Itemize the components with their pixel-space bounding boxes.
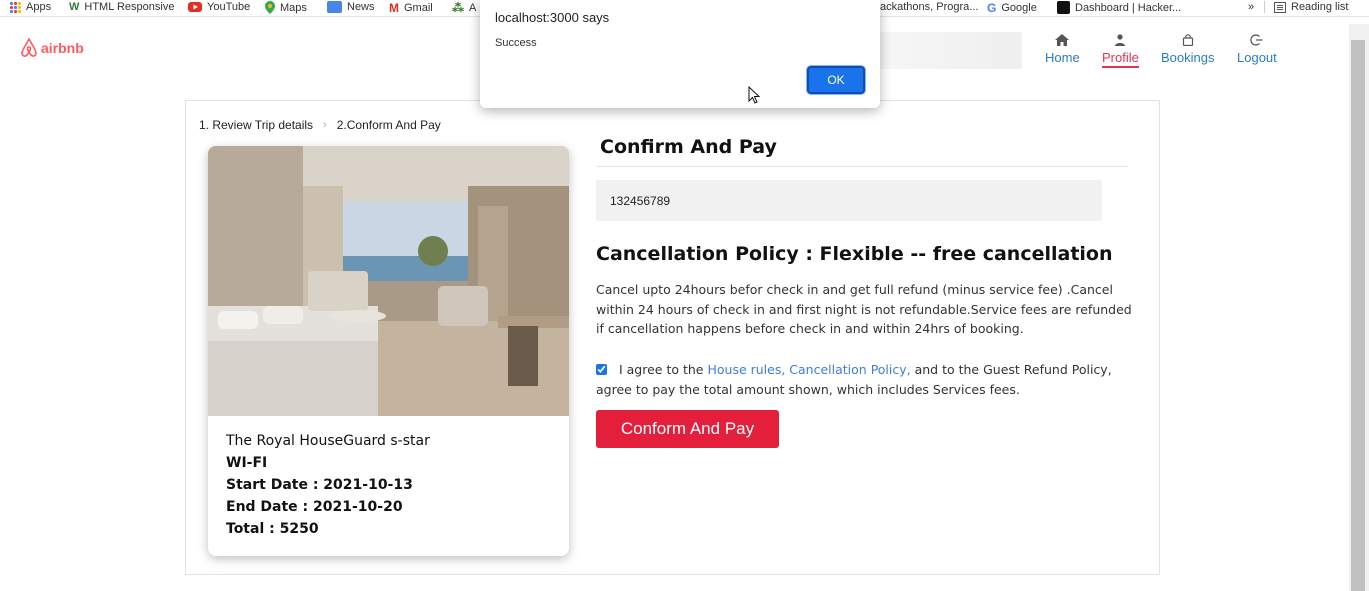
reading-list-icon bbox=[1274, 1, 1286, 13]
room-amenity: WI-FI bbox=[226, 455, 268, 471]
nav-label: Logout bbox=[1237, 50, 1277, 65]
bookmark-google[interactable]: G Google bbox=[987, 1, 1037, 15]
bookmark-a-icon: ⁂ bbox=[452, 1, 464, 15]
bookmarks-overflow-button[interactable]: » bbox=[1248, 1, 1254, 13]
start-date: Start Date : 2021-10-13 bbox=[226, 477, 413, 493]
bookmark-label: News bbox=[347, 1, 375, 13]
dialog-title: localhost:3000 says bbox=[495, 10, 610, 25]
bookmark-maps[interactable]: Maps bbox=[265, 1, 307, 14]
bookmark-label: ackathons, Progra... bbox=[880, 1, 979, 13]
bookmark-hackathons[interactable]: ackathons, Progra... bbox=[880, 1, 978, 13]
home-icon bbox=[1055, 34, 1070, 46]
bookmark-dashboard[interactable]: Dashboard | Hacker... bbox=[1057, 1, 1181, 14]
user-icon bbox=[1115, 34, 1126, 46]
cancellation-policy-title: Cancellation Policy : Flexible -- free c… bbox=[596, 243, 1113, 265]
logo-text: airbnb bbox=[41, 40, 84, 56]
scrollbar-thumb[interactable] bbox=[1351, 40, 1365, 591]
room-summary-card: The Royal HouseGuard s-star WI-FI Start … bbox=[208, 146, 569, 556]
bookmark-label: Dashboard | Hacker... bbox=[1075, 1, 1182, 14]
bookmark-label: Apps bbox=[26, 1, 52, 13]
breadcrumb: 1. Review Trip details › 2.Conform And P… bbox=[199, 118, 441, 132]
bookmark-label: Reading list bbox=[1291, 1, 1349, 13]
bookmark-label: YouTube bbox=[207, 1, 251, 13]
airbnb-logo[interactable]: airbnb bbox=[20, 38, 84, 58]
bookmark-html-responsive[interactable]: W HTML Responsive bbox=[69, 1, 174, 13]
nav-home[interactable]: Home bbox=[1045, 34, 1080, 65]
nav-label: Home bbox=[1045, 50, 1080, 65]
bag-icon bbox=[1182, 34, 1193, 46]
total-price: Total : 5250 bbox=[226, 521, 319, 537]
chevron-right-icon: › bbox=[323, 119, 327, 131]
bookmark-gmail[interactable]: M Gmail bbox=[389, 1, 433, 15]
breadcrumb-step-review[interactable]: 1. Review Trip details bbox=[199, 118, 313, 132]
bookmark-apps[interactable]: Apps bbox=[10, 1, 51, 13]
apps-grid-icon bbox=[10, 1, 21, 13]
maps-pin-icon bbox=[265, 1, 275, 14]
reading-list-button[interactable]: Reading list bbox=[1264, 1, 1348, 13]
cancellation-policy-text: Cancel upto 24hours befor check in and g… bbox=[596, 282, 1132, 336]
breadcrumb-step-pay: 2.Conform And Pay bbox=[336, 118, 441, 132]
card-number-input[interactable] bbox=[596, 180, 1102, 221]
news-icon bbox=[327, 1, 342, 13]
youtube-icon bbox=[188, 2, 202, 12]
nav-bookings[interactable]: Bookings bbox=[1161, 34, 1214, 65]
conform-and-pay-button[interactable]: Conform And Pay bbox=[596, 410, 779, 448]
bookmark-a[interactable]: ⁂ A bbox=[452, 1, 476, 15]
bookmark-label: » bbox=[1248, 1, 1255, 13]
bookmark-label: HTML Responsive bbox=[84, 1, 175, 13]
nav-label: Profile bbox=[1102, 50, 1139, 68]
room-photo bbox=[208, 146, 569, 416]
house-rules-link[interactable]: House rules, Cancellation Policy, bbox=[707, 362, 910, 377]
bookmark-label: Google bbox=[1001, 2, 1037, 14]
gmail-icon: M bbox=[389, 1, 399, 15]
bookmark-label: Maps bbox=[280, 1, 307, 14]
room-name: The Royal HouseGuard s-star bbox=[226, 433, 430, 449]
agree-checkbox[interactable] bbox=[596, 364, 607, 375]
bookmark-youtube[interactable]: YouTube bbox=[188, 1, 250, 13]
ok-button[interactable]: OK bbox=[807, 66, 865, 94]
nav-label: Bookings bbox=[1161, 50, 1215, 65]
w3-icon: W bbox=[69, 1, 80, 13]
google-icon: G bbox=[987, 1, 997, 15]
room-info: The Royal HouseGuard s-star WI-FI Start … bbox=[208, 416, 569, 540]
title-divider bbox=[596, 166, 1128, 167]
agreement: I agree to the House rules, Cancellation… bbox=[596, 360, 1126, 399]
dialog-message: Success bbox=[495, 37, 537, 49]
confirm-pay-title: Confirm And Pay bbox=[600, 136, 777, 158]
nav-profile[interactable]: Profile bbox=[1102, 34, 1139, 68]
hackerearth-icon bbox=[1057, 1, 1070, 14]
alert-dialog: localhost:3000 says Success OK bbox=[480, 0, 880, 108]
bookmark-label: A bbox=[469, 2, 477, 14]
header-search-placeholder bbox=[880, 32, 1022, 69]
end-date: End Date : 2021-10-20 bbox=[226, 499, 403, 515]
nav-logout[interactable]: Logout bbox=[1237, 34, 1277, 65]
airbnb-logo-icon bbox=[21, 38, 37, 57]
agree-text-prefix: I agree to the bbox=[618, 362, 708, 377]
mouse-cursor-icon bbox=[748, 86, 760, 104]
bookmark-news[interactable]: News bbox=[327, 1, 375, 13]
logout-icon bbox=[1250, 34, 1263, 46]
bookmark-label: Gmail bbox=[404, 2, 433, 14]
